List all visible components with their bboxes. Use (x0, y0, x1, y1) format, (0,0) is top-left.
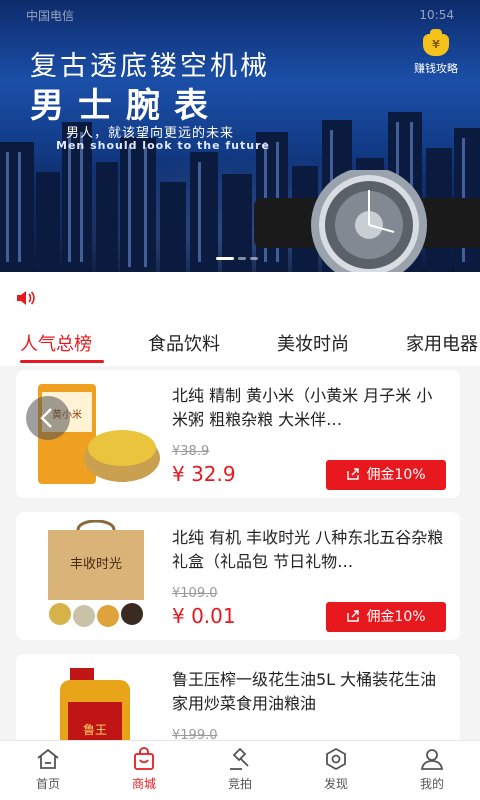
money-tips-button[interactable]: ¥ 赚钱攻略 (408, 29, 464, 76)
tab-beauty-fashion[interactable]: 美妆时尚 (277, 330, 349, 356)
notice-bar[interactable] (0, 272, 480, 322)
nav-home[interactable]: 首页 (0, 747, 96, 792)
nav-home-label: 首页 (35, 777, 60, 791)
commission-share-button[interactable]: 佣金10% (326, 602, 446, 632)
gavel-icon (230, 747, 249, 770)
carrier-label: 中国电信 (26, 8, 75, 23)
product-original-price: ¥109.0 (172, 586, 218, 601)
tab-home-appliances[interactable]: 家用电器 (406, 330, 478, 356)
compass-icon (326, 747, 346, 771)
nav-auction[interactable]: 竞拍 (192, 747, 288, 792)
carousel-indicator (216, 257, 258, 260)
home-icon (37, 748, 59, 769)
active-tab-indicator (20, 360, 104, 363)
banner-slogan-english: Men should look to the future (56, 139, 270, 152)
nav-profile[interactable]: 我的 (384, 747, 480, 792)
svg-text:鲁王: 鲁王 (83, 723, 107, 737)
banner-title: 男士腕表 (30, 86, 222, 126)
nav-auction-label: 竞拍 (227, 777, 252, 791)
product-card[interactable]: 丰收时光 北纯 有机 丰收时光 八种东北五谷杂粮礼盒（礼品包 节日礼物… ¥10… (16, 512, 460, 640)
money-tips-label: 赚钱攻略 (414, 62, 458, 75)
user-icon (420, 749, 444, 770)
status-bar: 中国电信 10:54 (0, 0, 480, 30)
product-price: ¥ 32.9 (172, 462, 236, 486)
carousel-dot (216, 257, 234, 260)
product-image-grain-gift-box: 丰收时光 (48, 520, 144, 627)
share-icon (347, 610, 360, 622)
carousel-dot (250, 257, 258, 260)
commission-label: 佣金10% (366, 609, 426, 625)
bottom-navigation: 首页 商城 竞拍 发现 我的 (0, 740, 480, 800)
nav-discover-label: 发现 (323, 777, 348, 791)
nav-discover[interactable]: 发现 (288, 747, 384, 792)
watch-image (254, 170, 480, 272)
product-title: 北纯 有机 丰收时光 八种东北五谷杂粮礼盒（礼品包 节日礼物… (172, 528, 444, 571)
clock-label: 10:54 (419, 8, 454, 22)
share-icon (347, 468, 360, 480)
tab-popular[interactable]: 人气总榜 (20, 330, 92, 356)
product-title: 鲁王压榨一级花生油5L 大桶装花生油家用炒菜食用油粮油 (172, 670, 437, 713)
nav-mall-label: 商城 (131, 777, 156, 791)
product-card[interactable]: 黄小米 北纯 精制 黄小米（小黄米 月子米 小米粥 粗粮杂粮 大米伴… ¥38.… (16, 370, 460, 498)
nav-mall[interactable]: 商城 (96, 747, 192, 792)
product-title: 北纯 精制 黄小米（小黄米 月子米 小米粥 粗粮杂粮 大米伴… (172, 386, 433, 429)
commission-label: 佣金10% (366, 467, 426, 483)
carousel-dot (238, 257, 246, 260)
nav-profile-label: 我的 (419, 777, 444, 791)
commission-share-button[interactable]: 佣金10% (326, 460, 446, 490)
category-tabs: 人气总榜 食品饮料 美妆时尚 家用电器 (0, 322, 480, 366)
speaker-icon (17, 291, 35, 305)
shopping-bag-icon (134, 747, 154, 770)
product-price: ¥ 0.01 (172, 604, 236, 628)
back-button[interactable] (26, 396, 70, 440)
tab-food-drinks[interactable]: 食品饮料 (148, 330, 220, 356)
product-original-price: ¥38.9 (172, 444, 210, 459)
promo-banner[interactable]: 中国电信 10:54 复古透底镂空机械 男士腕表 男人，就该望向更远的未来 Me… (0, 0, 480, 272)
svg-text:丰收时光: 丰收时光 (70, 557, 122, 572)
chevron-left-icon (40, 408, 52, 428)
money-bag-icon: ¥ (423, 29, 449, 56)
